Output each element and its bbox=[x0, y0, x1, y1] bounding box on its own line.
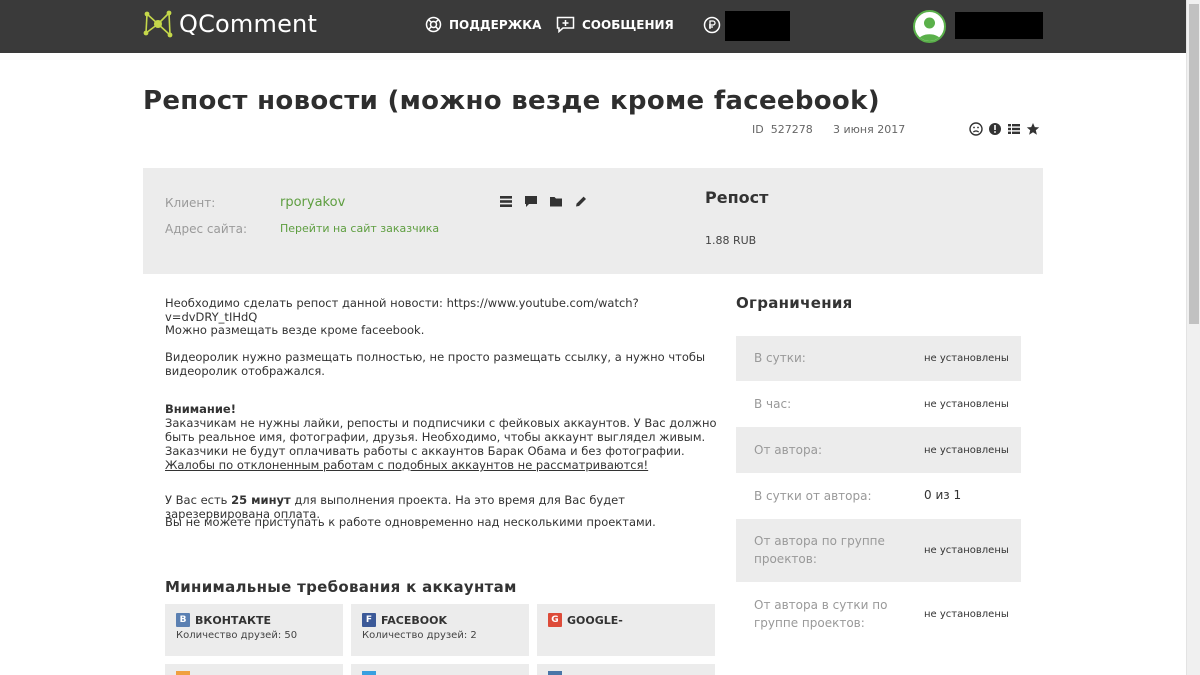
requirement-card-vk: В ВКонтакте Количество друзей: 50 bbox=[165, 604, 343, 656]
nav-messages[interactable]: Сообщения bbox=[556, 16, 674, 33]
menu-icon[interactable] bbox=[498, 193, 514, 209]
task-date: 3 июня 2017 bbox=[833, 123, 906, 136]
site-link[interactable]: Перейти на сайт заказчика bbox=[280, 222, 439, 235]
client-label: Клиент: bbox=[165, 196, 216, 210]
ruble-icon bbox=[703, 16, 721, 34]
nav-support[interactable]: Поддержка bbox=[425, 16, 541, 33]
restriction-value: не установлены bbox=[924, 445, 1009, 456]
restriction-label: В сутки от автора: bbox=[754, 489, 872, 503]
restriction-value: не установлены bbox=[924, 399, 1009, 410]
task-price: 1.88 RUB bbox=[705, 234, 757, 247]
brand-name: QComment bbox=[179, 10, 318, 38]
partial-card-icon bbox=[548, 671, 562, 675]
alert-icon[interactable] bbox=[987, 121, 1003, 137]
complaints-link[interactable]: Жалобы по отклоненным работам с подобных… bbox=[165, 458, 648, 472]
restriction-value: 0 из 1 bbox=[924, 488, 962, 502]
requirement-card-facebook: f Facebook Количество друзей: 2 bbox=[351, 604, 529, 656]
restriction-row: В сутки: не установлены bbox=[736, 336, 1021, 381]
page-scrollbar[interactable] bbox=[1186, 0, 1200, 675]
restriction-row: От автора в сутки по группе проектов: не… bbox=[736, 582, 1021, 646]
logo-network-icon bbox=[143, 10, 173, 38]
avatar[interactable] bbox=[913, 10, 946, 43]
folder-icon[interactable] bbox=[548, 193, 564, 209]
card-network-name: ВКонтакте bbox=[195, 613, 271, 627]
lifebuoy-icon bbox=[425, 16, 442, 33]
task-actions bbox=[968, 121, 1041, 137]
message-plus-icon bbox=[556, 16, 575, 33]
nav-support-label: Поддержка bbox=[449, 17, 542, 32]
card-head: g Google- bbox=[548, 613, 623, 627]
star-icon[interactable] bbox=[1025, 121, 1041, 137]
logo[interactable]: QComment bbox=[143, 9, 317, 39]
time-prefix: У Вас есть bbox=[165, 493, 232, 507]
facebook-icon: f bbox=[362, 613, 376, 627]
sad-face-icon[interactable] bbox=[968, 121, 984, 137]
warning-title: Внимание! bbox=[165, 402, 236, 416]
task-type-title: Репост bbox=[705, 188, 769, 207]
user-icon bbox=[918, 17, 941, 41]
requirement-card-google: g Google- bbox=[537, 604, 715, 656]
requirements-title: Минимальные требования к аккаунтам bbox=[165, 578, 517, 596]
google-plus-icon: g bbox=[548, 613, 562, 627]
card-network-name: Google- bbox=[567, 613, 623, 627]
list-icon[interactable] bbox=[1006, 121, 1022, 137]
card-head: f Facebook bbox=[362, 613, 447, 627]
parallel-note: Вы не можете приступать к работе одновре… bbox=[165, 515, 656, 529]
warning-text-2: Заказчики не будут оплачивать работы с а… bbox=[165, 444, 685, 458]
restriction-label: В час: bbox=[754, 397, 792, 411]
card-head: В ВКонтакте bbox=[176, 613, 271, 627]
restriction-value: не установлены bbox=[924, 609, 1009, 620]
comment-icon[interactable] bbox=[523, 193, 539, 209]
pencil-icon[interactable] bbox=[573, 193, 589, 209]
partial-card-icon bbox=[176, 671, 190, 675]
top-header: QComment Поддержка Сообщения bbox=[0, 0, 1186, 53]
balance-redacted[interactable] bbox=[725, 11, 790, 41]
restriction-label: От автора по группе проектов: bbox=[754, 534, 885, 566]
task-id-value: 527278 bbox=[770, 123, 813, 136]
card-network-name: Facebook bbox=[381, 613, 447, 627]
task-id-label: ID bbox=[752, 123, 764, 136]
restrictions-title: Ограничения bbox=[736, 294, 853, 312]
warning-link-wrap: Жалобы по отклоненным работам с подобных… bbox=[165, 458, 720, 472]
nav-messages-label: Сообщения bbox=[582, 17, 674, 32]
task-info-panel: Клиент: rporyakov Адрес сайта: Перейти н… bbox=[143, 168, 1043, 274]
client-link[interactable]: rporyakov bbox=[280, 195, 345, 210]
card-requirement: Количество друзей: 2 bbox=[362, 630, 477, 641]
description-line: Видеоролик нужно размещать полностью, не… bbox=[165, 350, 706, 378]
site-label: Адрес сайта: bbox=[165, 222, 248, 236]
restriction-value: не установлены bbox=[924, 545, 1009, 556]
client-actions bbox=[498, 193, 589, 209]
requirement-card-partial bbox=[537, 664, 715, 675]
card-requirement: Количество друзей: 50 bbox=[176, 630, 298, 641]
restriction-row: В сутки от автора: 0 из 1 bbox=[736, 473, 1021, 519]
restriction-value: не установлены bbox=[924, 353, 1009, 364]
scrollbar-thumb[interactable] bbox=[1189, 4, 1199, 324]
requirement-card-partial bbox=[165, 664, 343, 675]
restriction-label: В сутки: bbox=[754, 351, 806, 365]
vk-icon: В bbox=[176, 613, 190, 627]
time-value: 25 минут bbox=[231, 493, 291, 507]
description-line: Можно размещать везде кроме faceebook. bbox=[165, 323, 425, 337]
partial-card-icon bbox=[362, 671, 376, 675]
page-title: Репост новости (можно везде кроме faceeb… bbox=[143, 86, 880, 116]
username-redacted[interactable] bbox=[955, 12, 1043, 39]
restriction-row: От автора по группе проектов: не установ… bbox=[736, 519, 1021, 582]
description-line: Необходимо сделать репост данной новости… bbox=[165, 296, 639, 324]
requirement-card-partial bbox=[351, 664, 529, 675]
warning-text: Заказчикам не нужны лайки, репосты и под… bbox=[165, 416, 717, 444]
restriction-row: От автора: не установлены bbox=[736, 427, 1021, 473]
restriction-row: В час: не установлены bbox=[736, 381, 1021, 427]
task-id: ID 527278 bbox=[752, 123, 813, 136]
restriction-label: От автора в сутки по группе проектов: bbox=[754, 598, 888, 630]
restriction-label: От автора: bbox=[754, 443, 823, 457]
